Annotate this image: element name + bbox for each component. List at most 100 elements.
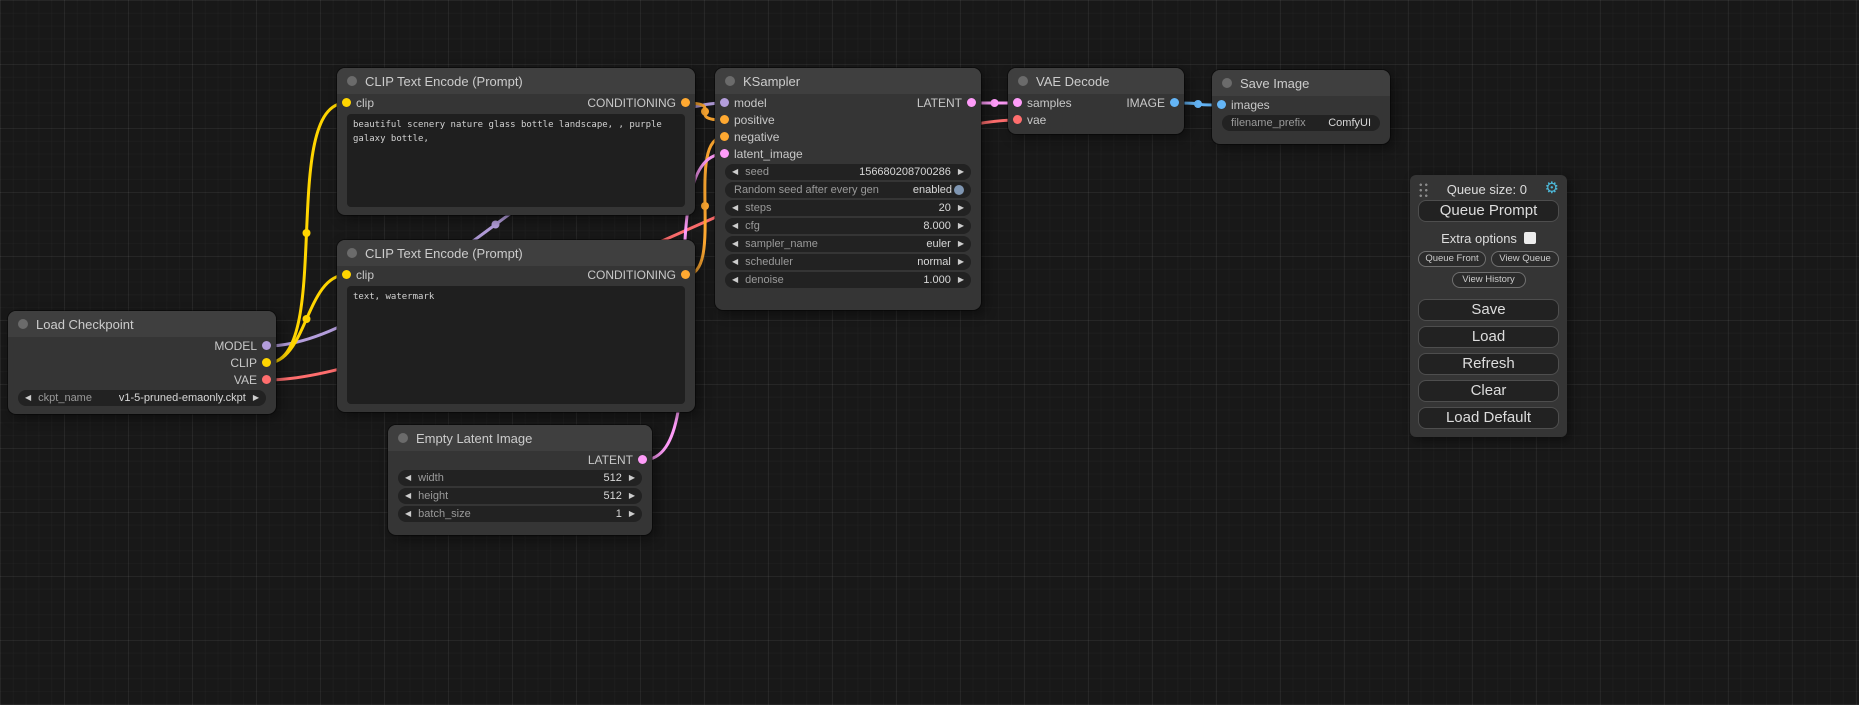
positive-prompt-textarea[interactable]: beautiful scenery nature glass bottle la… [347,114,685,207]
arrow-right-icon[interactable]: ▶ [958,240,964,248]
negative-prompt-textarea[interactable]: text, watermark [347,286,685,404]
arrow-right-icon[interactable]: ▶ [958,204,964,212]
node-load-checkpoint[interactable]: Load Checkpoint MODEL CLIP VAE ◀ ckpt_na… [8,311,276,414]
queue-prompt-button[interactable]: Queue Prompt [1418,200,1559,222]
node-ksampler[interactable]: KSampler model LATENT positive negative … [715,68,981,310]
link-midpoint-dot-negative-conditioning[interactable] [701,202,709,210]
arrow-left-icon[interactable]: ◀ [732,168,738,176]
clip-input-dot[interactable] [342,270,351,279]
filename-prefix-widget[interactable]: filename_prefix ComfyUI [1222,115,1380,131]
arrow-right-icon[interactable]: ▶ [629,510,635,518]
random-seed-toggle-widget[interactable]: Random seed after every gen enabled [725,182,971,198]
arrow-left-icon[interactable]: ◀ [405,510,411,518]
queue-size-label: Queue size: 0 [1429,182,1545,197]
clip-output-dot[interactable] [262,358,271,367]
arrow-left-icon[interactable]: ◀ [732,240,738,248]
node-title-bar[interactable]: CLIP Text Encode (Prompt) [337,68,695,94]
latent-output-dot[interactable] [967,98,976,107]
batch-size-widget[interactable]: ◀ batch_size 1 ▶ [398,506,642,522]
slot-row-model-latent: model LATENT [715,94,981,111]
node-title-bar[interactable]: Load Checkpoint [8,311,276,337]
arrow-right-icon[interactable]: ▶ [958,258,964,266]
view-queue-button[interactable]: View Queue [1491,251,1559,267]
negative-input-dot[interactable] [720,132,729,141]
model-input-dot[interactable] [720,98,729,107]
arrow-left-icon[interactable]: ◀ [732,222,738,230]
vae-output-dot[interactable] [262,375,271,384]
image-output-dot[interactable] [1170,98,1179,107]
images-input-dot[interactable] [1217,100,1226,109]
model-output-dot[interactable] [262,341,271,350]
steps-widget[interactable]: ◀ steps 20 ▶ [725,200,971,216]
refresh-button[interactable]: Refresh [1418,353,1559,375]
load-default-button[interactable]: Load Default [1418,407,1559,429]
arrow-left-icon[interactable]: ◀ [25,394,31,402]
collapse-dot[interactable] [1018,76,1028,86]
view-history-button[interactable]: View History [1452,272,1526,288]
latent-output-dot[interactable] [638,455,647,464]
arrow-left-icon[interactable]: ◀ [732,276,738,284]
ckpt-name-widget[interactable]: ◀ ckpt_name v1-5-pruned-emaonly.ckpt ▶ [18,390,266,406]
arrow-right-icon[interactable]: ▶ [629,492,635,500]
collapse-dot[interactable] [347,76,357,86]
conditioning-output-dot[interactable] [681,270,690,279]
vae-input-dot[interactable] [1013,115,1022,124]
arrow-right-icon[interactable]: ▶ [629,474,635,482]
node-save-image[interactable]: Save Image images filename_prefix ComfyU… [1212,70,1390,144]
collapse-dot[interactable] [347,248,357,258]
samples-input-dot[interactable] [1013,98,1022,107]
arrow-right-icon[interactable]: ▶ [958,168,964,176]
extra-options-checkbox[interactable] [1524,232,1536,244]
node-title-bar[interactable]: VAE Decode [1008,68,1184,94]
link-midpoint-dot-samples[interactable] [991,99,999,107]
arrow-left-icon[interactable]: ◀ [405,474,411,482]
node-title: Save Image [1240,76,1309,91]
link-midpoint-dot-image[interactable] [1194,100,1202,108]
output-label: MODEL [214,339,257,353]
node-clip-text-encode-negative[interactable]: CLIP Text Encode (Prompt) clip CONDITION… [337,240,695,412]
collapse-dot[interactable] [1222,78,1232,88]
queue-pill-row: Queue Front View Queue [1418,251,1559,267]
arrow-right-icon[interactable]: ▶ [958,276,964,284]
link-midpoint-dot-clip-to-positive[interactable] [303,229,311,237]
positive-input-dot[interactable] [720,115,729,124]
collapse-dot[interactable] [725,76,735,86]
drag-handle-icon[interactable] [1418,182,1429,197]
node-title-bar[interactable]: Save Image [1212,70,1390,96]
node-empty-latent-image[interactable]: Empty Latent Image LATENT ◀ width 512 ▶ … [388,425,652,535]
cfg-widget[interactable]: ◀ cfg 8.000 ▶ [725,218,971,234]
denoise-widget[interactable]: ◀ denoise 1.000 ▶ [725,272,971,288]
save-button[interactable]: Save [1418,299,1559,321]
link-midpoint-dot-model[interactable] [492,221,500,229]
collapse-dot[interactable] [398,433,408,443]
sampler-name-widget[interactable]: ◀ sampler_name euler ▶ [725,236,971,252]
widget-value: ComfyUI [1328,118,1371,129]
queue-front-button[interactable]: Queue Front [1418,251,1486,267]
load-button[interactable]: Load [1418,326,1559,348]
clip-input-dot[interactable] [342,98,351,107]
width-widget[interactable]: ◀ width 512 ▶ [398,470,642,486]
link-midpoint-dot-positive-conditioning[interactable] [701,108,709,116]
toggle-knob[interactable] [954,185,964,195]
clear-button[interactable]: Clear [1418,380,1559,402]
node-title-bar[interactable]: CLIP Text Encode (Prompt) [337,240,695,266]
node-title-bar[interactable]: Empty Latent Image [388,425,652,451]
arrow-right-icon[interactable]: ▶ [253,394,259,402]
node-clip-text-encode-positive[interactable]: CLIP Text Encode (Prompt) clip CONDITION… [337,68,695,215]
latent-image-input-dot[interactable] [720,149,729,158]
node-graph-canvas[interactable]: Load Checkpoint MODEL CLIP VAE ◀ ckpt_na… [0,0,1859,705]
arrow-left-icon[interactable]: ◀ [732,204,738,212]
arrow-right-icon[interactable]: ▶ [958,222,964,230]
scheduler-widget[interactable]: ◀ scheduler normal ▶ [725,254,971,270]
arrow-left-icon[interactable]: ◀ [732,258,738,266]
conditioning-output-dot[interactable] [681,98,690,107]
link-midpoint-dot-clip-to-negative[interactable] [303,315,311,323]
queue-menu-panel[interactable]: Queue size: 0 ⚙ Queue Prompt Extra optio… [1410,175,1567,437]
node-vae-decode[interactable]: VAE Decode samples IMAGE vae [1008,68,1184,134]
collapse-dot[interactable] [18,319,28,329]
node-title-bar[interactable]: KSampler [715,68,981,94]
arrow-left-icon[interactable]: ◀ [405,492,411,500]
height-widget[interactable]: ◀ height 512 ▶ [398,488,642,504]
seed-widget[interactable]: ◀ seed 156680208700286 ▶ [725,164,971,180]
settings-gear-icon[interactable]: ⚙ [1545,181,1559,197]
